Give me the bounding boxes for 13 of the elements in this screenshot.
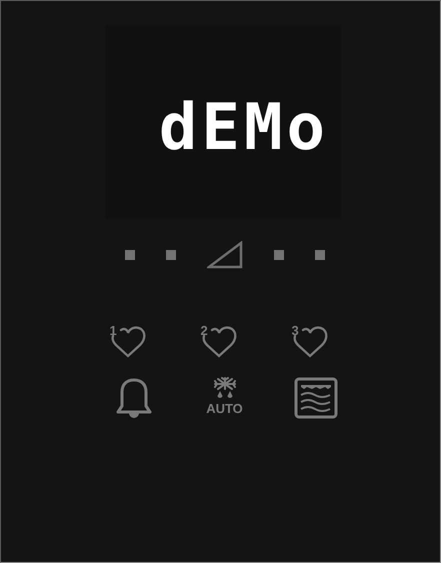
favorite-button[interactable]: 2	[200, 325, 248, 359]
indicator-square	[166, 250, 176, 260]
favorite-button[interactable]: 3	[292, 325, 340, 359]
indicator-square	[124, 250, 134, 260]
water-waves-icon	[294, 377, 338, 419]
level-triangle-icon	[206, 241, 242, 269]
favorite-button[interactable]: 1	[110, 325, 158, 359]
indicator-square	[314, 250, 324, 260]
indicator-square	[274, 250, 284, 260]
snowflake-drops-icon	[212, 377, 238, 401]
heating-mode-button[interactable]	[292, 377, 340, 419]
auto-defrost-button[interactable]: AUTO	[200, 377, 248, 419]
display-readout: dEMo	[158, 96, 329, 160]
